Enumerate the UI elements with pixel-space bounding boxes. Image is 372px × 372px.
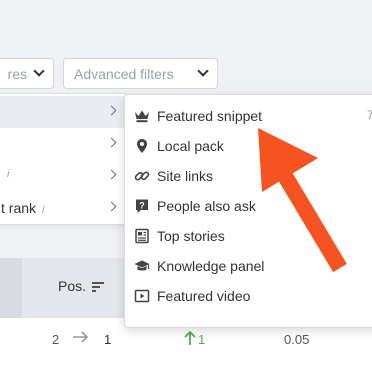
chevron-right-icon	[106, 137, 117, 148]
menu-item-rank[interactable]: t rank i	[0, 192, 129, 224]
serp-features-select-label: res	[7, 65, 27, 82]
serp-feature-site-links[interactable]: Site links	[125, 161, 372, 191]
serp-feature-knowledge-panel[interactable]: Knowledge panel	[125, 251, 372, 281]
serp-feature-label: Site links	[157, 168, 214, 184]
chevron-right-icon	[106, 105, 117, 116]
serp-feature-featured-video[interactable]: Featured video	[125, 281, 372, 311]
svg-text:?: ?	[139, 201, 145, 211]
serp-feature-label: Local pack	[157, 138, 224, 154]
menu-item-rank-label: t rank	[1, 200, 37, 216]
advanced-filters-label: Advanced filters	[74, 65, 174, 82]
pos-column-label: Pos.	[58, 278, 87, 294]
arrow-up-icon	[184, 330, 196, 349]
link-icon	[134, 168, 150, 184]
value-cell: 0.05	[284, 332, 310, 347]
chevron-right-icon	[106, 169, 117, 180]
crown-icon	[134, 108, 150, 124]
sort-icon[interactable]	[92, 281, 105, 292]
pos-column-header[interactable]: Pos.	[58, 278, 105, 294]
info-icon: i	[7, 168, 10, 180]
menu-item-2[interactable]	[0, 128, 129, 160]
table-header-left-column	[0, 258, 22, 318]
chevron-down-icon	[33, 65, 45, 77]
serp-feature-local-pack[interactable]: Local pack	[125, 131, 372, 161]
serp-feature-label: People also ask	[157, 198, 256, 214]
chevron-right-icon	[106, 201, 117, 212]
menu-item-3[interactable]: i	[0, 160, 129, 192]
graduation-cap-icon	[134, 258, 150, 274]
serp-features-dropdown: Featured snippet 7 Local pack Site links	[124, 94, 372, 328]
arrow-right-icon	[72, 330, 90, 347]
info-icon: i	[42, 204, 45, 216]
serp-feature-label: Featured snippet	[157, 108, 263, 124]
serp-feature-count: 7	[367, 108, 372, 122]
previous-position: 2	[52, 332, 60, 347]
serp-feature-featured-snippet[interactable]: Featured snippet 7	[125, 101, 372, 131]
video-icon	[134, 288, 150, 304]
serp-feature-label: Featured video	[157, 288, 251, 304]
serp-feature-label: Top stories	[157, 228, 225, 244]
serp-feature-people-also-ask[interactable]: ? People also ask	[125, 191, 372, 221]
current-position: 1	[104, 332, 112, 347]
chevron-down-icon	[197, 65, 209, 77]
screen: res Advanced filters Pos. 2 1 1 0.05 i t…	[0, 0, 372, 372]
menu-item-label: t rank i	[1, 200, 44, 216]
question-icon: ?	[134, 198, 150, 214]
advanced-filters-select[interactable]: Advanced filters	[63, 58, 218, 89]
serp-features-select[interactable]: res	[0, 58, 54, 89]
filter-bar: res Advanced filters	[0, 0, 372, 89]
serp-feature-label: Knowledge panel	[157, 258, 265, 274]
filter-category-menu: i t rank i	[0, 93, 129, 225]
menu-item-serp-features[interactable]	[0, 96, 129, 128]
map-pin-icon	[134, 138, 150, 154]
newspaper-icon	[134, 228, 150, 244]
serp-feature-top-stories[interactable]: Top stories	[125, 221, 372, 251]
position-change: 1	[198, 332, 206, 347]
